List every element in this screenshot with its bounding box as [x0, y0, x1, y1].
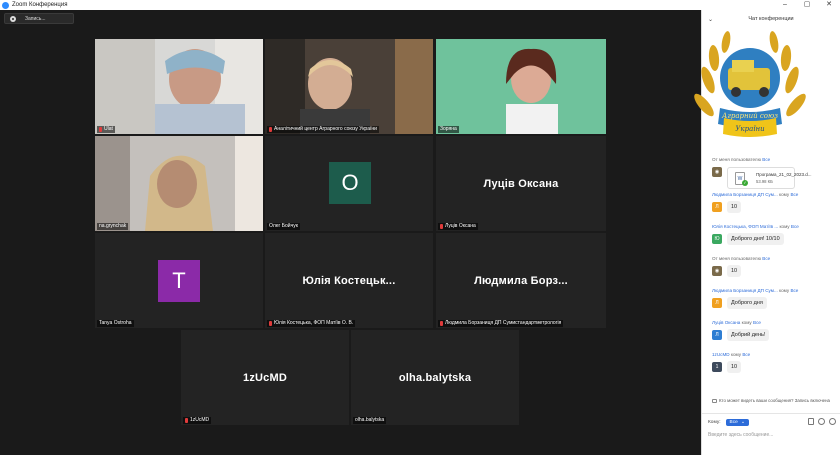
message-meta: 1zUcMD кому Все: [712, 352, 751, 357]
recipient-dropdown[interactable]: Все ⌄: [725, 418, 749, 426]
sender-avatar: 1: [712, 362, 722, 372]
video-gallery: Запись... Ulat Аналітичний центр Аграрно…: [0, 10, 701, 455]
muted-mic-icon: [185, 418, 188, 423]
sender-avatar: Ю: [712, 234, 722, 244]
svg-text:Аграрний союз: Аграрний союз: [721, 112, 778, 120]
window-title: Zoom Конференция: [12, 2, 68, 8]
active-speaker-video-tile[interactable]: Зоряна: [436, 39, 606, 134]
chevron-down-icon: ⌄: [740, 419, 745, 425]
participant-name-label: Олег Бойчук: [267, 223, 300, 230]
chat-divider: [702, 413, 840, 414]
window-titlebar: Zoom Конференция – ▢ ✕: [0, 0, 840, 10]
close-icon[interactable]: ✕: [818, 0, 840, 10]
participant-name-label: na.grynchak: [97, 223, 129, 230]
message-meta: От меня пользователю Все: [712, 256, 771, 261]
window-controls: – ▢ ✕: [774, 0, 840, 10]
file-size: 53.98 КБ: [756, 179, 773, 184]
participant-name-tile[interactable]: Людмила Борз... Людмила Борзаниця ДП Сум…: [436, 233, 606, 328]
participant-name-label: Tanya Ostroha: [97, 320, 134, 327]
file-share-icon[interactable]: [808, 418, 814, 425]
message-text: 10: [727, 201, 742, 213]
participant-name-label: olha.balytska: [353, 417, 387, 424]
sender-avatar: Л: [712, 330, 722, 340]
agrarian-union-logo: Аграрний союз України: [690, 20, 810, 148]
participant-name-tile[interactable]: Юлія Костецьк... Юлія Костецька, ФОП Мат…: [265, 233, 433, 328]
participant-name-label: Людмила Борзаниця ДП Сумистандартметроло…: [438, 320, 564, 327]
message-text: 10: [727, 265, 742, 277]
record-icon: [10, 15, 16, 22]
recipient-row: Кому: Все ⌄: [708, 417, 838, 427]
message-text: Доброго дня: [727, 297, 767, 309]
participant-avatar-tile[interactable]: T Tanya Ostroha: [95, 233, 263, 328]
participant-display-name: olha.balytska: [398, 371, 472, 384]
participant-avatar-tile[interactable]: О Олег Бойчук: [265, 136, 433, 231]
video-feed: [436, 39, 606, 134]
participant-name-label: Ulat: [97, 126, 115, 133]
video-feed: [95, 39, 263, 134]
self-avatar: ◉: [712, 266, 722, 276]
minimize-icon[interactable]: –: [774, 0, 796, 10]
participant-name-tile[interactable]: 1zUcMD 1zUcMD: [181, 330, 349, 425]
recipient-label: Кому:: [708, 419, 721, 425]
recording-button[interactable]: Запись...: [4, 13, 74, 24]
message-meta: Юлія Костецька, ФОП Матіїв ... кому Все: [712, 224, 799, 229]
message-text: Доброго дня! 10/10: [727, 233, 784, 245]
muted-mic-icon: [269, 127, 272, 132]
message-meta: Людмила Борзаниця ДП Сум... кому Все: [712, 192, 799, 197]
participant-name-label: Юлія Костецька, ФОП Матіїв О. В.: [267, 320, 356, 327]
participant-avatar: T: [158, 260, 200, 302]
message-text: 10: [727, 361, 742, 373]
chat-message-input[interactable]: [708, 430, 836, 440]
participant-video-tile[interactable]: Ulat: [95, 39, 263, 134]
more-icon[interactable]: [829, 418, 836, 425]
participant-avatar: О: [329, 162, 371, 204]
svg-text:України: України: [735, 125, 765, 133]
zoom-app-icon: [2, 1, 9, 9]
video-feed: [95, 136, 263, 231]
participant-name-label: Зоряна: [438, 126, 459, 133]
participant-display-name: Людмила Борз...: [474, 274, 568, 287]
chat-visibility-notice[interactable]: Кто может видеть ваши сообщения? Запись …: [712, 398, 837, 403]
message-meta: От меня пользователю Все: [712, 157, 771, 162]
message-meta: Людмила Борзаниця ДП Сум... кому Все: [712, 288, 799, 293]
participant-name-label: Аналітичний центр Аграрного союзу Україн…: [267, 126, 379, 133]
file-attachment[interactable]: W ✓ Програма_21_02_2023.d... 53.98 КБ: [727, 167, 812, 189]
recording-label: Запись...: [25, 15, 46, 22]
participant-display-name: Юлія Костецьк...: [302, 274, 396, 287]
logo-image: Аграрний союз України: [694, 31, 806, 137]
participant-video-tile[interactable]: Аналітичний центр Аграрного союзу Україн…: [265, 39, 433, 134]
chat-tools: [808, 418, 836, 425]
muted-mic-icon: [440, 321, 443, 326]
sender-avatar: Л: [712, 298, 722, 308]
message-meta: Луців Оксана кому Все: [712, 320, 761, 325]
info-icon: [712, 399, 717, 403]
participant-name-label: Луців Оксана: [438, 223, 478, 230]
muted-mic-icon: [269, 321, 272, 326]
muted-mic-icon: [99, 127, 102, 132]
sender-avatar: Л: [712, 202, 722, 212]
participant-video-tile[interactable]: na.grynchak: [95, 136, 263, 231]
participant-display-name: 1zUcMD: [243, 371, 287, 384]
message-text: Добрий день!: [727, 329, 770, 341]
video-feed: [265, 39, 433, 134]
check-icon: ✓: [742, 180, 748, 186]
muted-mic-icon: [440, 224, 443, 229]
participant-display-name: Луців Оксана: [483, 177, 559, 190]
participant-name-tile[interactable]: olha.balytska olha.balytska: [351, 330, 519, 425]
file-name: Програма_21_02_2023.d...: [756, 172, 812, 177]
emoji-icon[interactable]: [818, 418, 825, 425]
chat-panel: ⌄ Чат конференции Аграрний союз України …: [694, 10, 840, 455]
participant-name-label: 1zUcMD: [183, 417, 212, 424]
self-avatar: ◉: [712, 167, 722, 177]
participant-name-tile[interactable]: Луців Оксана Луців Оксана: [436, 136, 606, 231]
maximize-icon[interactable]: ▢: [796, 0, 818, 10]
